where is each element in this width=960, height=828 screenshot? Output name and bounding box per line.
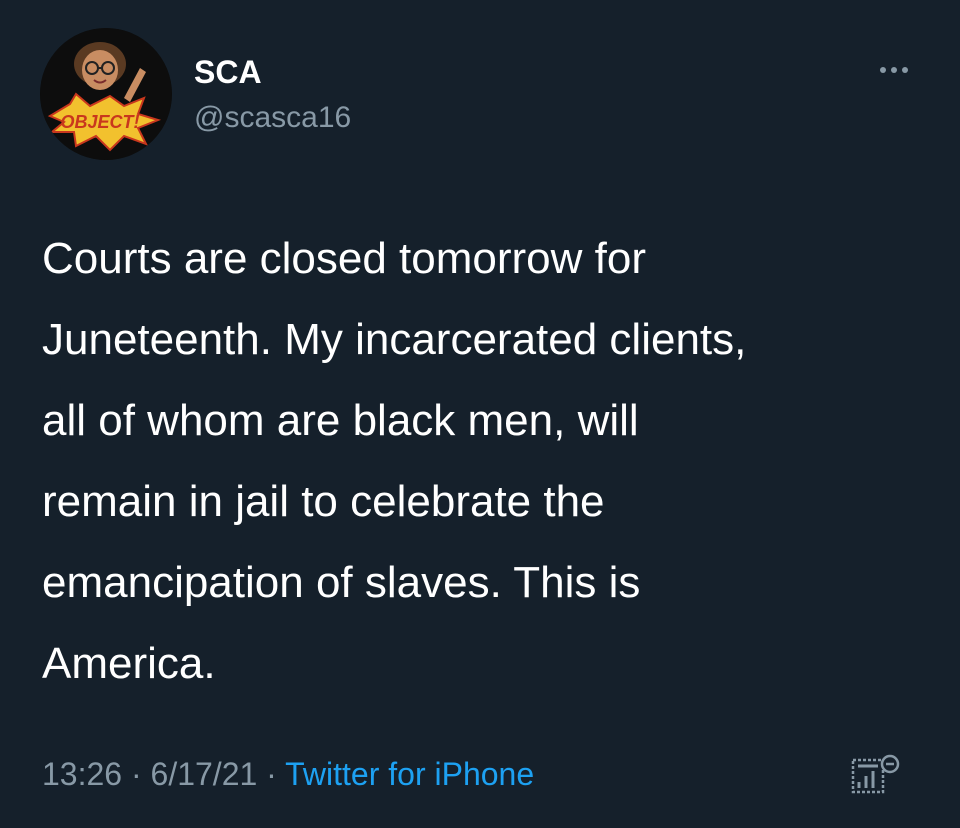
more-dot (891, 67, 897, 73)
meta-separator: · (130, 756, 151, 792)
analytics-icon[interactable] (850, 752, 902, 798)
meta-separator: · (266, 756, 286, 792)
avatar-image: OBJECT! (40, 28, 172, 160)
avatar[interactable]: OBJECT! (40, 28, 172, 160)
display-name[interactable]: SCA (194, 54, 262, 90)
tweet-card: OBJECT! SCA @scasca16 Courts are closed … (0, 0, 960, 828)
user-handle[interactable]: @scasca16 (194, 100, 351, 136)
tweet-time[interactable]: 13:26 (42, 756, 122, 792)
tweet-date[interactable]: 6/17/21 (151, 756, 258, 792)
avatar-badge-text: OBJECT! (60, 112, 139, 132)
tweet-source-link[interactable]: Twitter for iPhone (285, 756, 534, 792)
more-options-button[interactable] (870, 58, 918, 82)
tweet-meta: 13:26 · 6/17/21 · Twitter for iPhone (42, 752, 534, 796)
more-horizontal-icon (880, 67, 886, 73)
tweet-text: Courts are closed tomorrow for Juneteent… (42, 234, 747, 688)
more-dot (902, 67, 908, 73)
